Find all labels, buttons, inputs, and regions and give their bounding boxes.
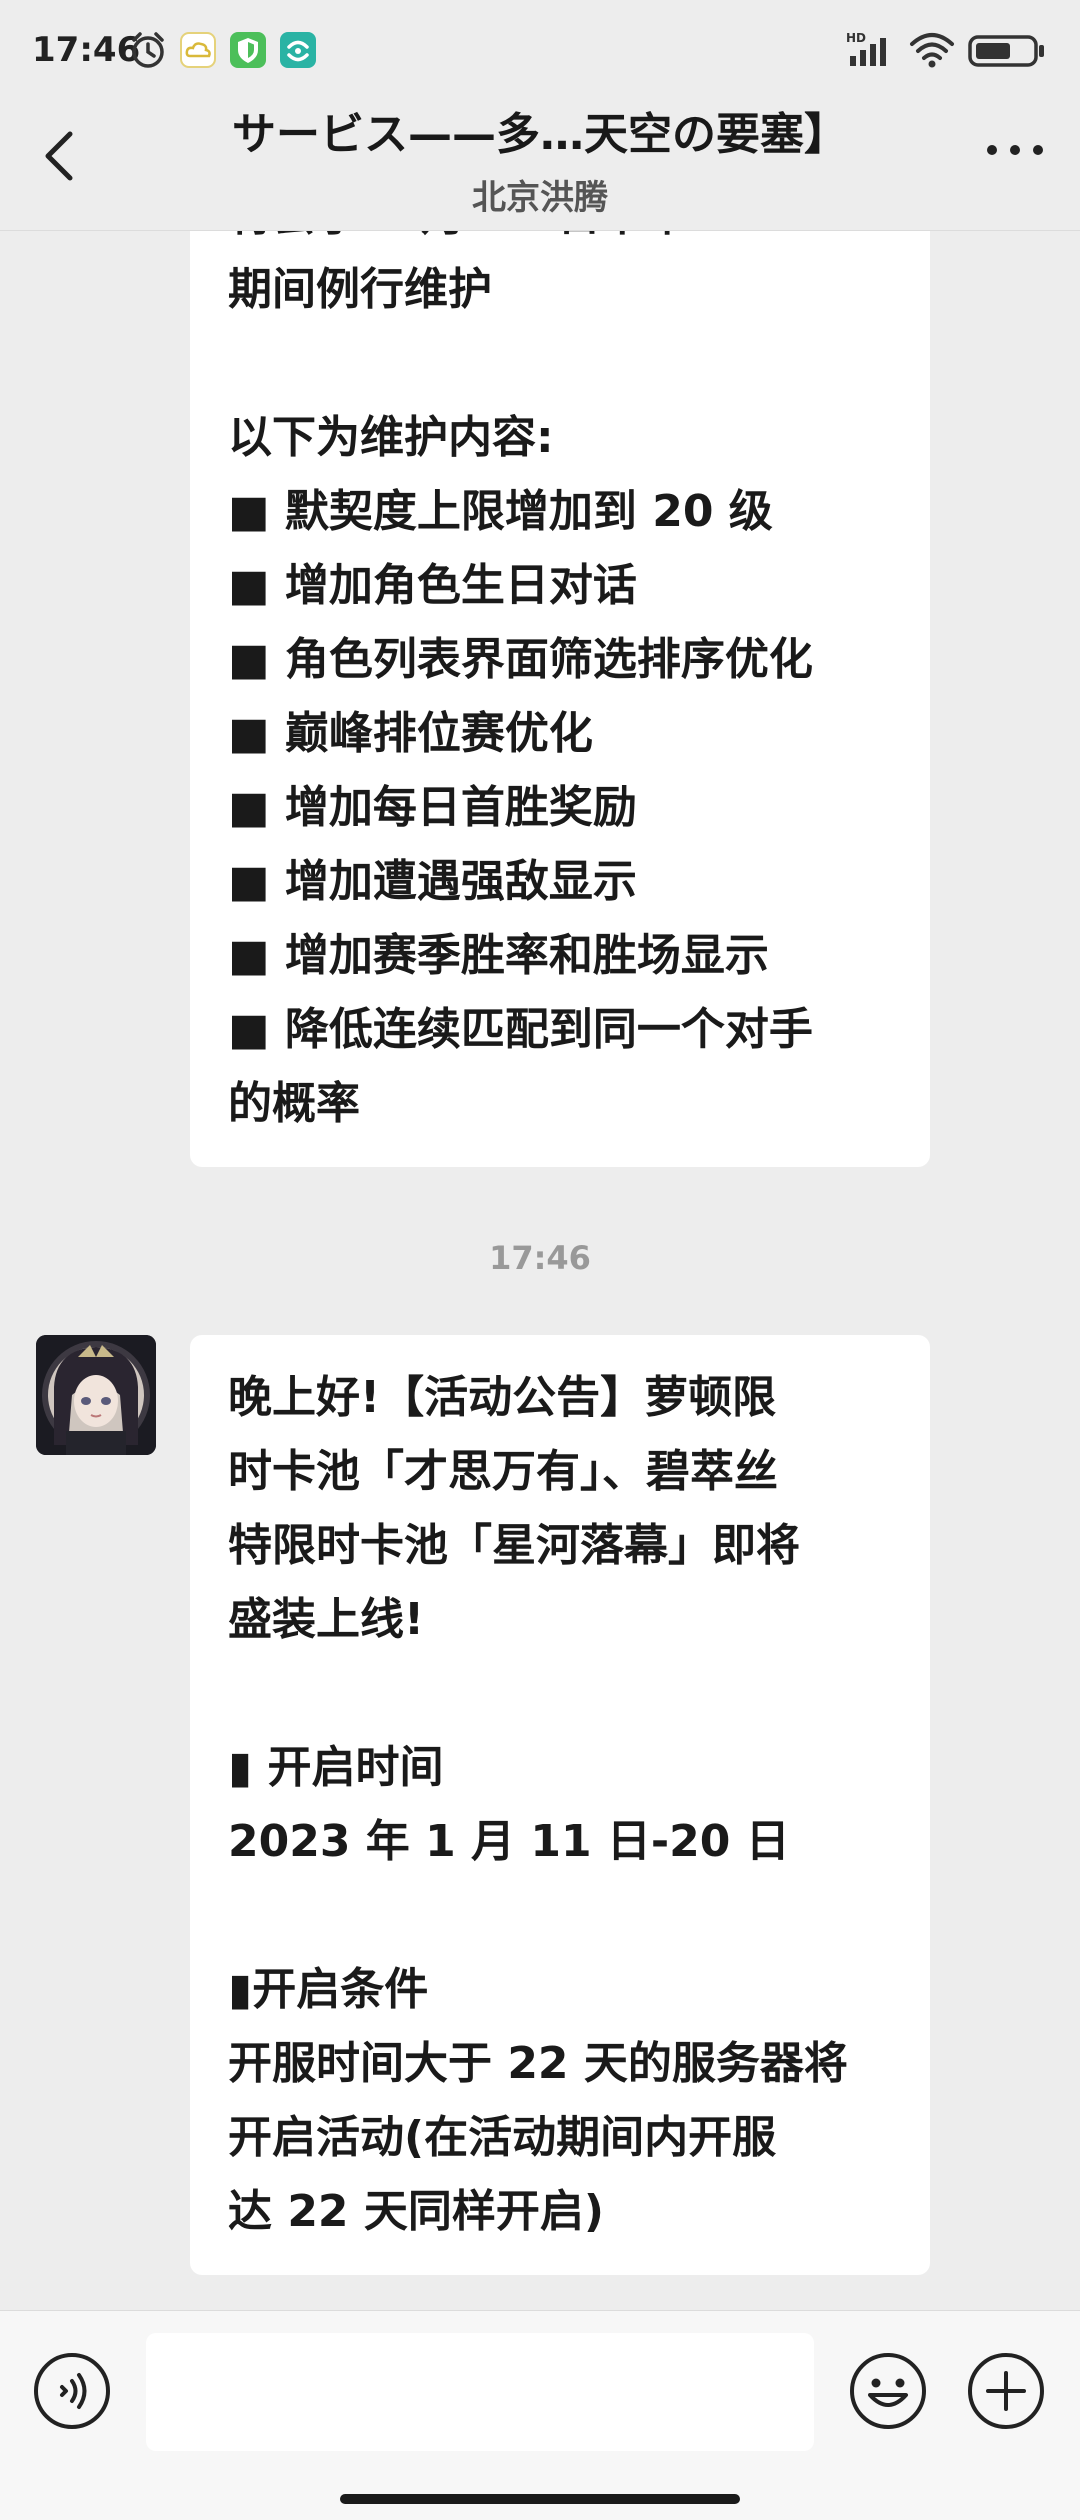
voice-input-button[interactable] bbox=[32, 2351, 112, 2431]
message-line: ■ 默契度上限增加到 20 级 bbox=[228, 486, 773, 537]
message-line: 将会于 1 月 10 日下午 3:30-4:30 bbox=[228, 231, 942, 253]
status-time: 17:46 bbox=[32, 30, 141, 70]
home-indicator[interactable] bbox=[340, 2494, 740, 2504]
hd-label: HD bbox=[846, 31, 866, 45]
message-line: 特限时卡池「星河落幕」即将 bbox=[228, 1520, 800, 1571]
back-button[interactable] bbox=[30, 120, 90, 190]
status-bar: 17:46 HD bbox=[0, 0, 1080, 100]
emoji-button[interactable] bbox=[848, 2351, 928, 2431]
plus-icon bbox=[968, 2353, 1044, 2429]
hd-signal-icon: HD bbox=[846, 31, 886, 66]
message-bubble[interactable]: 将会于 1 月 10 日下午 3:30-4:30 期间例行维护 以下为维护内容:… bbox=[190, 231, 942, 1167]
message-line: ■ 增加赛季胜率和胜场显示 bbox=[228, 930, 769, 981]
message-line: 盛装上线! bbox=[228, 1594, 425, 1645]
message-line: ■ 角色列表界面筛选排序优化 bbox=[228, 634, 813, 685]
message-line: ▮开启条件 bbox=[228, 1964, 429, 2015]
shield-app-icon bbox=[230, 32, 266, 68]
avatar-image bbox=[36, 1335, 156, 1455]
message-line: 期间例行维护 bbox=[228, 264, 492, 315]
message-line: 晚上好!【活动公告】萝顿限 bbox=[228, 1372, 777, 1423]
message-line: 的概率 bbox=[228, 1078, 360, 1129]
sync-app-icon bbox=[280, 32, 316, 68]
chat-message-list[interactable]: 将会于 1 月 10 日下午 3:30-4:30 期间例行维护 以下为维护内容:… bbox=[0, 231, 1080, 2311]
message-line: ■ 巅峰排位赛优化 bbox=[228, 708, 593, 759]
message-line: 开服时间大于 22 天的服务器将 bbox=[228, 2038, 848, 2089]
voice-icon bbox=[34, 2353, 110, 2429]
message-timestamp: 17:46 bbox=[489, 1239, 591, 1277]
input-bar bbox=[0, 2310, 1080, 2520]
message-line: 开启活动(在活动期间内开服 bbox=[228, 2112, 777, 2163]
message-line bbox=[228, 1879, 892, 1953]
message-line: 时卡池「才思万有」、碧萃丝 bbox=[228, 1446, 778, 1497]
battery-icon bbox=[968, 35, 1044, 67]
message-line: 以下为维护内容: bbox=[228, 412, 554, 463]
message-line: 达 22 天同样开启) bbox=[228, 2186, 604, 2237]
emoji-icon bbox=[850, 2353, 926, 2429]
chevron-left-icon bbox=[45, 131, 73, 181]
message-bubble[interactable]: 晚上好!【活动公告】萝顿限 时卡池「才思万有」、碧萃丝 特限时卡池「星河落幕」即… bbox=[190, 1335, 930, 2275]
more-dots-icon bbox=[987, 145, 1043, 155]
message-line: ▮ 开启时间 bbox=[228, 1742, 444, 1793]
message-line: ■ 增加每日首胜奖励 bbox=[228, 782, 637, 833]
more-functions-button[interactable] bbox=[966, 2351, 1046, 2431]
page-title: サービス——多…天空の要塞】 bbox=[232, 109, 848, 160]
chat-screen: 17:46 HD サービス——多…天空の要塞】 北京洪腾 期间例行维护 以下为维… bbox=[0, 0, 1080, 2520]
message-line: ■ 增加角色生日对话 bbox=[228, 560, 637, 611]
more-options-button[interactable] bbox=[980, 130, 1050, 170]
page-subtitle: 北京洪腾 bbox=[472, 178, 608, 218]
message-line: ■ 降低连续匹配到同一个对手 bbox=[228, 1004, 813, 1055]
nav-bar: サービス——多…天空の要塞】 北京洪腾 bbox=[0, 90, 1080, 231]
wifi-icon bbox=[910, 33, 954, 68]
message-line: 2023 年 1 月 11 日-20 日 bbox=[228, 1816, 790, 1867]
message-line bbox=[228, 1657, 892, 1731]
cloud-app-icon bbox=[180, 32, 216, 68]
message-input[interactable] bbox=[146, 2333, 814, 2451]
avatar[interactable] bbox=[36, 1335, 156, 1455]
message-line: ■ 增加遭遇强敌显示 bbox=[228, 856, 637, 907]
message-line bbox=[228, 327, 892, 401]
alarm-icon bbox=[132, 32, 164, 68]
